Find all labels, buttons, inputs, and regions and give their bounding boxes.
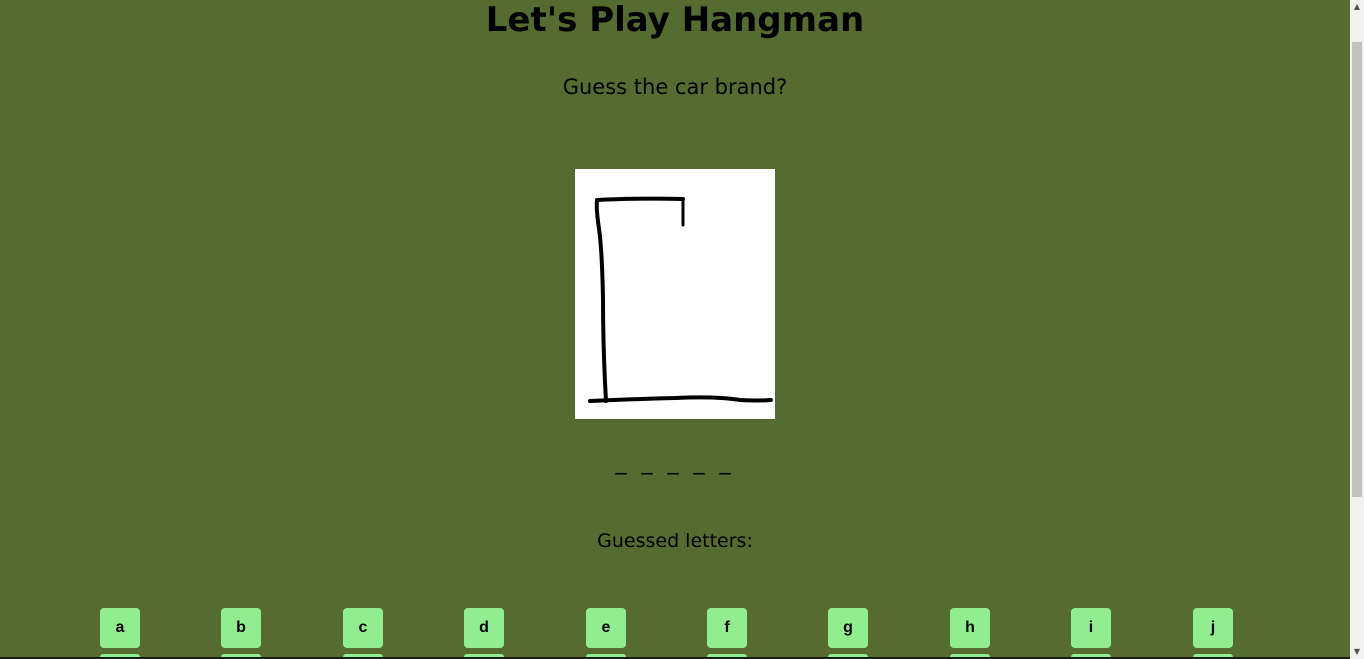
letter-key[interactable]: e bbox=[586, 608, 626, 648]
gallows-beam bbox=[595, 196, 685, 202]
letter-key[interactable]: f bbox=[707, 608, 747, 648]
scroll-down-arrow-icon[interactable]: ▼ bbox=[1350, 645, 1364, 659]
question-text: Guess the car brand? bbox=[562, 75, 788, 99]
scroll-up-arrow-icon[interactable]: ▲ bbox=[1350, 0, 1364, 14]
browser-viewport: Let's Play Hangman Guess the car brand? … bbox=[0, 0, 1364, 659]
page-content: Let's Play Hangman Guess the car brand? … bbox=[0, 0, 1350, 659]
scrollbar-thumb[interactable] bbox=[1352, 42, 1362, 497]
letter-key[interactable]: a bbox=[100, 608, 140, 648]
gallows-pole bbox=[594, 198, 608, 403]
letter-key[interactable]: g bbox=[828, 608, 868, 648]
letter-key[interactable]: b bbox=[221, 608, 261, 648]
gallows-drawing bbox=[588, 196, 773, 403]
letter-key[interactable]: h bbox=[950, 608, 990, 648]
letter-key[interactable]: j bbox=[1193, 608, 1233, 648]
letter-key[interactable]: i bbox=[1071, 608, 1111, 648]
page-title: Let's Play Hangman bbox=[485, 0, 865, 40]
hangman-canvas bbox=[575, 169, 775, 419]
gallows-base bbox=[588, 395, 773, 403]
vertical-scrollbar[interactable]: ▲ ▼ bbox=[1350, 0, 1364, 659]
word-blanks: _ _ _ _ _ bbox=[615, 450, 735, 475]
guessed-letters-label: Guessed letters: bbox=[597, 530, 753, 552]
letter-key[interactable]: c bbox=[343, 608, 383, 648]
letter-key[interactable]: d bbox=[464, 608, 504, 648]
